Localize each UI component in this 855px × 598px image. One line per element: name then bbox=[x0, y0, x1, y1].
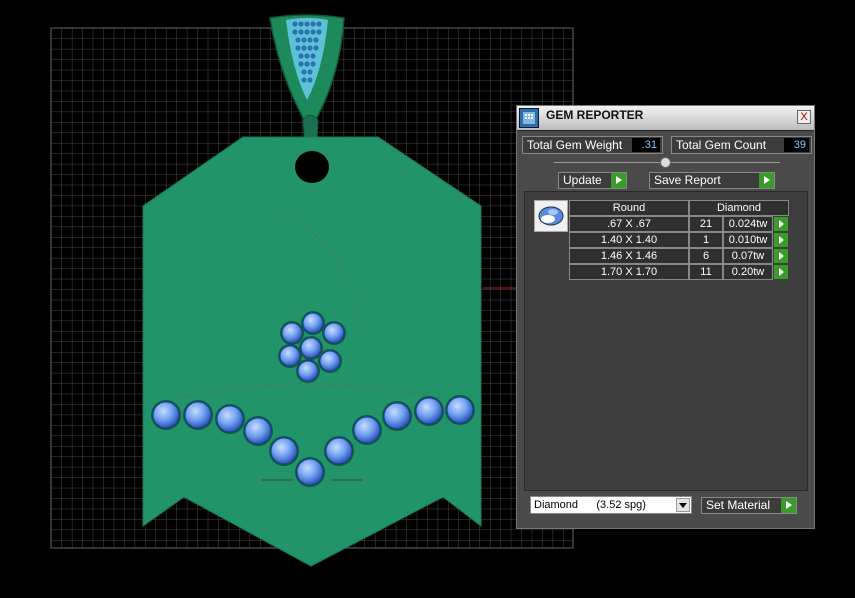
pave-gem bbox=[307, 45, 313, 51]
play-arrow-icon bbox=[759, 173, 774, 188]
total-gem-weight: Total Gem Weight .31 bbox=[522, 136, 663, 154]
pave-gem bbox=[298, 21, 304, 27]
total-gem-count-value: 39 bbox=[784, 138, 809, 152]
pave-gem bbox=[301, 37, 307, 43]
set-material-button[interactable]: Set Material bbox=[701, 497, 797, 514]
total-gem-count: Total Gem Count 39 bbox=[671, 136, 812, 154]
update-button[interactable]: Update bbox=[558, 172, 627, 189]
round-gem bbox=[279, 345, 301, 367]
table-row: 1.70 X 1.70 11 0.20tw bbox=[569, 264, 806, 280]
gem-table-area: Round Diamond .67 X .67 21 0.024tw 1.40 … bbox=[524, 191, 808, 491]
header-round: Round bbox=[569, 200, 689, 216]
gem-size: 1.46 X 1.46 bbox=[569, 248, 689, 264]
close-icon: X bbox=[800, 111, 808, 123]
pave-gem bbox=[307, 37, 313, 43]
pave-gem bbox=[304, 29, 310, 35]
splitter-handle[interactable] bbox=[660, 157, 671, 168]
gem-reporter-panel: GEM REPORTER X Total Gem Weight .31 Tota… bbox=[516, 105, 815, 529]
round-gem bbox=[216, 405, 244, 433]
round-gem bbox=[302, 312, 324, 334]
pave-gem bbox=[313, 37, 319, 43]
round-gem bbox=[353, 416, 381, 444]
panel-title: GEM REPORTER bbox=[546, 108, 644, 122]
total-gem-count-label: Total Gem Count bbox=[676, 138, 767, 152]
gem-size: .67 X .67 bbox=[569, 216, 689, 232]
row-select-arrow-icon[interactable] bbox=[774, 249, 788, 263]
gem-size: 1.40 X 1.40 bbox=[569, 232, 689, 248]
round-gem bbox=[319, 350, 341, 372]
total-gem-weight-value: .31 bbox=[632, 138, 660, 152]
pave-gem bbox=[304, 61, 310, 67]
pave-gem bbox=[292, 21, 298, 27]
pave-gem bbox=[304, 53, 310, 59]
pave-gem bbox=[316, 21, 322, 27]
round-gem bbox=[281, 322, 303, 344]
gem-weight: 0.20tw bbox=[723, 264, 773, 280]
round-gem bbox=[323, 322, 345, 344]
pave-gem bbox=[316, 29, 322, 35]
save-report-button[interactable]: Save Report bbox=[649, 172, 775, 189]
material-select[interactable]: Diamond (3.52 spg) bbox=[530, 496, 692, 514]
round-gem bbox=[325, 437, 353, 465]
pave-gem bbox=[301, 77, 307, 83]
table-row: 1.40 X 1.40 1 0.010tw bbox=[569, 232, 806, 248]
close-button[interactable]: X bbox=[797, 110, 811, 124]
pave-gem bbox=[298, 61, 304, 67]
gem-weight: 0.07tw bbox=[723, 248, 773, 264]
pave-gem bbox=[292, 29, 298, 35]
total-gem-weight-label: Total Gem Weight bbox=[527, 138, 623, 152]
round-gem bbox=[244, 417, 272, 445]
pave-gem bbox=[310, 21, 316, 27]
pave-gem bbox=[313, 45, 319, 51]
gem-count: 6 bbox=[689, 248, 723, 264]
pave-gem bbox=[310, 29, 316, 35]
play-arrow-icon bbox=[781, 498, 796, 513]
play-arrow-icon bbox=[611, 173, 626, 188]
pendant-hole bbox=[295, 151, 329, 183]
round-gem bbox=[152, 401, 180, 429]
header-diamond: Diamond bbox=[689, 200, 789, 216]
gem-table: Round Diamond .67 X .67 21 0.024tw 1.40 … bbox=[569, 200, 806, 280]
gem-weight: 0.024tw bbox=[723, 216, 773, 232]
round-gem bbox=[184, 401, 212, 429]
gem-size: 1.70 X 1.70 bbox=[569, 264, 689, 280]
round-gem bbox=[415, 397, 443, 425]
pave-gem bbox=[307, 69, 313, 75]
table-header: Round Diamond bbox=[569, 200, 806, 216]
pave-gem bbox=[301, 45, 307, 51]
material-select-value: Diamond (3.52 spg) bbox=[534, 499, 646, 511]
gem-count: 1 bbox=[689, 232, 723, 248]
save-report-label: Save Report bbox=[654, 173, 721, 187]
pave-gem bbox=[298, 29, 304, 35]
table-row: .67 X .67 21 0.024tw bbox=[569, 216, 806, 232]
set-material-label: Set Material bbox=[706, 498, 771, 512]
round-gem-icon bbox=[534, 200, 568, 232]
pave-gem bbox=[310, 53, 316, 59]
gem-count: 11 bbox=[689, 264, 723, 280]
table-row: 1.46 X 1.46 6 0.07tw bbox=[569, 248, 806, 264]
round-gem bbox=[446, 396, 474, 424]
pave-gem bbox=[301, 69, 307, 75]
pave-gem bbox=[295, 37, 301, 43]
pave-gem bbox=[304, 21, 310, 27]
round-gem bbox=[296, 458, 324, 486]
gem-count: 21 bbox=[689, 216, 723, 232]
chevron-down-icon[interactable] bbox=[676, 498, 690, 512]
round-gem bbox=[300, 337, 322, 359]
row-select-arrow-icon[interactable] bbox=[774, 217, 788, 231]
round-gem bbox=[297, 360, 319, 382]
row-select-arrow-icon[interactable] bbox=[774, 233, 788, 247]
row-select-arrow-icon[interactable] bbox=[774, 265, 788, 279]
gem-weight: 0.010tw bbox=[723, 232, 773, 248]
update-label: Update bbox=[563, 173, 602, 187]
pave-gem bbox=[307, 77, 313, 83]
panel-titlebar[interactable]: GEM REPORTER X bbox=[517, 106, 814, 131]
gem-reporter-icon bbox=[519, 108, 539, 128]
pave-gem bbox=[298, 53, 304, 59]
pave-gem bbox=[310, 61, 316, 67]
round-gem bbox=[270, 437, 298, 465]
pave-gem bbox=[295, 45, 301, 51]
round-gem bbox=[383, 402, 411, 430]
